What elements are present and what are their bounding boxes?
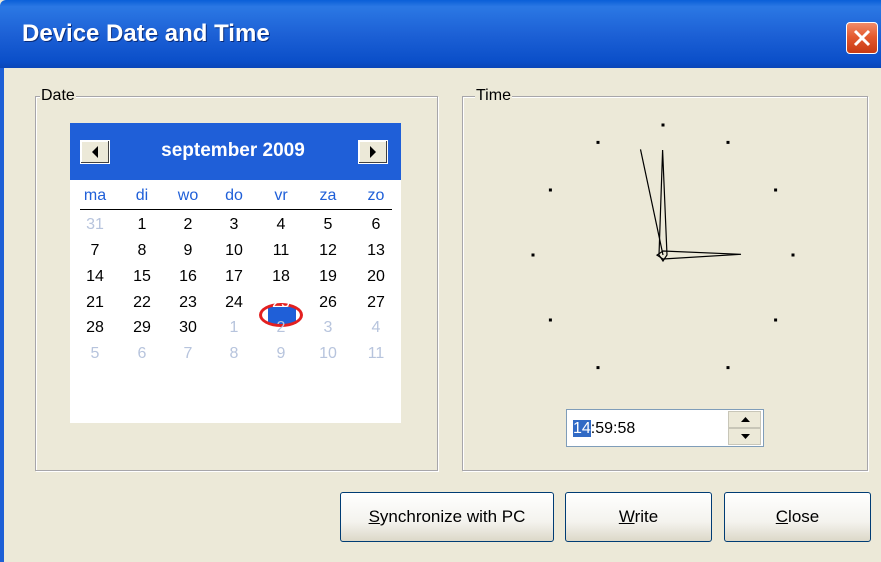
clock-tick [548, 188, 552, 192]
analog-clock [531, 123, 795, 370]
calendar-day[interactable]: 25 [266, 294, 296, 312]
calendar-day[interactable]: 15 [127, 268, 157, 286]
close-icon [853, 29, 871, 47]
weekday-label: vr [274, 187, 288, 204]
date-group-label: Date [40, 87, 76, 105]
calendar-day[interactable]: 7 [173, 345, 203, 363]
calendar-day[interactable]: 6 [127, 345, 157, 363]
calendar-day[interactable]: 31 [80, 216, 110, 234]
month-calendar[interactable]: september 2009 ma di wo do vr za zo 31 1 2… [70, 123, 401, 423]
calendar-day[interactable]: 10 [219, 242, 249, 260]
weekday-label: di [135, 187, 149, 204]
clock-tick [726, 366, 730, 370]
calendar-day[interactable]: 28 [80, 319, 110, 337]
weekday-label: zo [367, 187, 385, 204]
calendar-day[interactable]: 10 [313, 345, 343, 363]
calendar-day[interactable]: 9 [266, 345, 296, 363]
time-input[interactable]: 14:59:58 [566, 409, 764, 447]
write-button[interactable]: Write [565, 492, 712, 542]
window-title: Device Date and Time [22, 20, 270, 47]
calendar-day[interactable]: 27 [361, 294, 391, 312]
calendar-day[interactable]: 29 [127, 319, 157, 337]
calendar-day[interactable]: 8 [127, 242, 157, 260]
arrow-up-icon [741, 417, 750, 422]
title-bar[interactable]: Device Date and Time [0, 0, 881, 68]
spin-up-button[interactable] [728, 411, 761, 428]
write-label: rite [634, 507, 659, 526]
dialog-window: Device Date and Time Date Time september… [0, 0, 881, 562]
minute-second-segment[interactable]: :59:58 [591, 420, 635, 437]
calendar-day[interactable]: 22 [127, 294, 157, 312]
arrow-right-icon [370, 146, 376, 158]
weekday-label: wo [177, 187, 199, 204]
close-window-button[interactable] [846, 22, 878, 54]
clock-tick [531, 253, 535, 257]
calendar-day[interactable]: 24 [219, 294, 249, 312]
time-value[interactable]: 14:59:58 [573, 420, 635, 438]
calendar-day[interactable]: 14 [80, 268, 110, 286]
weekday-label: ma [83, 187, 107, 204]
synchronize-with-pc-button[interactable]: Synchronize with PC [340, 492, 554, 542]
clock-tick [774, 318, 778, 322]
close-accelerator: C [775, 507, 789, 526]
calendar-day[interactable]: 3 [313, 319, 343, 337]
calendar-day[interactable]: 17 [219, 268, 249, 286]
calendar-day[interactable]: 7 [80, 242, 110, 260]
calendar-day[interactable]: 26 [313, 294, 343, 312]
weekday-label: za [319, 187, 337, 204]
clock-tick [791, 253, 795, 257]
calendar-day[interactable]: 6 [361, 216, 391, 234]
clock-tick [548, 318, 552, 322]
calendar-day[interactable]: 5 [80, 345, 110, 363]
arrow-down-icon [741, 434, 750, 439]
calendar-day[interactable]: 23 [173, 294, 203, 312]
calendar-day[interactable]: 1 [127, 216, 157, 234]
weekday-header-row: ma di wo do vr za zo [80, 187, 392, 210]
calendar-day[interactable]: 19 [313, 268, 343, 286]
calendar-day[interactable]: 4 [361, 319, 391, 337]
arrow-left-icon [92, 146, 98, 158]
calendar-day[interactable]: 11 [361, 345, 391, 363]
next-month-button[interactable] [358, 140, 388, 164]
close-label: lose [788, 507, 820, 526]
second-hand [639, 149, 664, 256]
sync-label: ynchronize with PC [379, 507, 526, 526]
calendar-day[interactable]: 13 [361, 242, 391, 260]
hour-segment[interactable]: 14 [573, 420, 591, 437]
spin-down-button[interactable] [728, 428, 761, 445]
calendar-day[interactable]: 5 [313, 216, 343, 234]
previous-month-button[interactable] [80, 140, 110, 164]
time-spinner[interactable] [728, 411, 761, 445]
close-button[interactable]: Close [724, 492, 871, 542]
calendar-day[interactable]: 1 [219, 319, 249, 337]
calendar-day[interactable]: 3 [219, 216, 249, 234]
calendar-day[interactable]: 18 [266, 268, 296, 286]
calendar-day[interactable]: 20 [361, 268, 391, 286]
calendar-header: september 2009 [70, 123, 401, 180]
clock-tick [596, 366, 600, 370]
calendar-day[interactable]: 8 [219, 345, 249, 363]
calendar-day[interactable]: 9 [173, 242, 203, 260]
write-accelerator: W [618, 507, 635, 526]
clock-tick [726, 140, 730, 144]
calendar-day[interactable]: 16 [173, 268, 203, 286]
calendar-day[interactable]: 30 [173, 319, 203, 337]
weekday-label: do [225, 187, 243, 204]
hour-hand [655, 250, 742, 260]
calendar-day[interactable]: 4 [266, 216, 296, 234]
sync-accelerator: S [368, 507, 380, 526]
calendar-day[interactable]: 11 [266, 242, 296, 260]
calendar-day[interactable]: 2 [173, 216, 203, 234]
calendar-day[interactable]: 12 [313, 242, 343, 260]
clock-tick [774, 188, 778, 192]
clock-tick [596, 140, 600, 144]
calendar-day[interactable]: 21 [80, 294, 110, 312]
clock-tick [661, 123, 665, 127]
window-frame-left [0, 68, 4, 562]
calendar-day[interactable]: 2 [266, 319, 296, 337]
month-year-title[interactable]: september 2009 [110, 140, 356, 162]
